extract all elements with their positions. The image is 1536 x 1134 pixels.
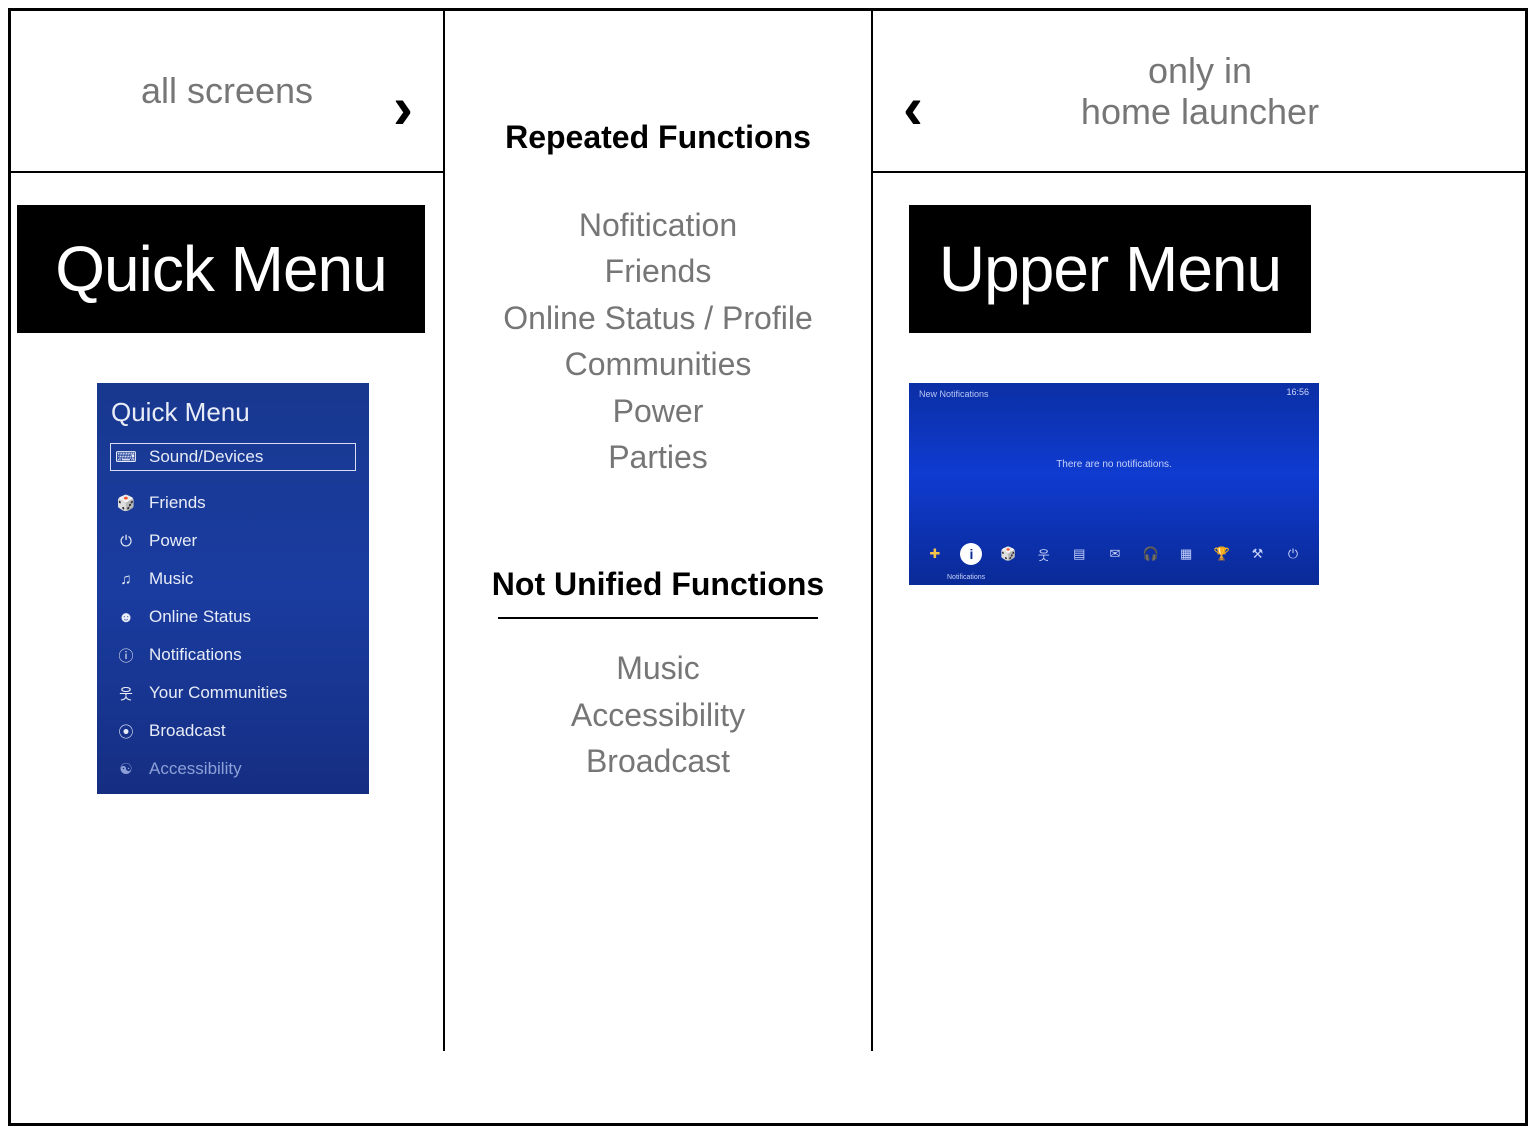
list-item: Accessibility [445,692,871,738]
quick-menu-screenshot: Quick Menu ⌨ Sound/Devices 🎲 Friends ⏻ Power ♫… [97,383,369,794]
divider [498,617,818,619]
not-unified-list: MusicAccessibilityBroadcast [445,645,871,784]
messages-icon[interactable]: ✉ [1105,544,1125,564]
quick-menu-item-label: Notifications [149,645,242,665]
music-icon: ♫ [115,568,137,590]
left-scope-label: all screens [141,70,313,111]
community-icon: 웃 [115,682,137,704]
list-item: Parties [445,434,871,480]
chevron-left-icon: ‹ [903,73,923,142]
quick-menu-item-label: Sound/Devices [149,447,263,467]
quick-menu-item[interactable]: 웃 Your Communities [97,674,369,712]
quick-menu-item[interactable]: ♫ Music [97,560,369,598]
quick-menu-item[interactable]: ⓘ Notifications [97,636,369,674]
keyboard-icon: ⌨ [115,446,137,468]
events-icon[interactable]: ▤ [1069,544,1089,564]
upper-menu-clock: 16:56 [1286,387,1309,397]
community-icon[interactable]: 웃 [1034,544,1054,564]
quick-menu-item[interactable]: ☻ Online Status [97,598,369,636]
quick-menu-heading: Quick Menu [97,397,369,438]
quick-menu-item[interactable]: ⌨ Sound/Devices [105,438,361,476]
friends-icon[interactable]: 🎲 [998,544,1018,564]
upper-menu-selected-label: Notifications [947,574,985,581]
notify-icon: ⓘ [115,644,137,666]
right-column: ‹ only in home launcher Upper Menu New N… [873,11,1527,585]
quick-menu-list: ⌨ Sound/Devices 🎲 Friends ⏻ Power ♫ Music ☻ Onlin… [97,438,369,788]
status-icon: ☻ [115,606,137,628]
upper-menu-message: There are no notifications. [909,459,1319,470]
upper-menu-title: Upper Menu [909,205,1311,333]
quick-menu-item-label: Online Status [149,607,251,627]
list-item: Communities [445,341,871,387]
list-item: Power [445,388,871,434]
repeated-functions-heading: Repeated Functions [445,11,871,156]
quick-menu-item[interactable]: 🎲 Friends [97,484,369,522]
upper-menu-screenshot: New Notifications 16:56 There are no not… [909,383,1319,585]
quick-menu-title: Quick Menu [17,205,425,333]
access-icon: ☯ [115,758,137,780]
repeated-functions-list: NofiticationFriendsOnline Status / Profi… [445,202,871,480]
quick-menu-item-label: Broadcast [149,721,226,741]
party-icon[interactable]: 🎧 [1141,544,1161,564]
quick-menu-item[interactable]: ⦿ Broadcast [97,712,369,750]
profile-icon[interactable]: ▦ [1176,544,1196,564]
upper-menu-header: New Notifications [919,389,989,399]
psplus-icon[interactable]: ✚ [925,544,945,564]
right-scope-label: only in home launcher [1081,50,1319,133]
list-item: Online Status / Profile [445,295,871,341]
settings-icon[interactable]: ⚒ [1247,544,1267,564]
power-icon[interactable]: ⏻ [1283,544,1303,564]
quick-menu-item-label: Music [149,569,193,589]
quick-menu-item-label: Friends [149,493,206,513]
center-column: Repeated Functions NofiticationFriendsOn… [443,11,873,1051]
notify-icon[interactable]: i [960,543,982,565]
trophy-icon[interactable]: 🏆 [1212,544,1232,564]
upper-menu-icon-row: ✚ i 🎲 웃 ▤ ✉ 🎧 ▦ 🏆 ⚒ ⏻ [909,543,1319,565]
broadcast-icon: ⦿ [115,720,137,742]
quick-menu-item[interactable]: ☯ Accessibility [97,750,369,788]
diagram-frame: all screens › Quick Menu Quick Menu ⌨ Sou… [8,8,1528,1126]
list-item: Music [445,645,871,691]
quick-menu-item[interactable]: ⏻ Power [97,522,369,560]
not-unified-heading: Not Unified Functions [445,566,871,603]
chevron-right-icon: › [393,73,413,142]
power-icon: ⏻ [115,530,137,552]
quick-menu-item-label: Accessibility [149,759,242,779]
list-item: Nofitication [445,202,871,248]
list-item: Friends [445,248,871,294]
left-column: all screens › Quick Menu Quick Menu ⌨ Sou… [11,11,443,794]
quick-menu-item-label: Power [149,531,197,551]
list-item: Broadcast [445,738,871,784]
friends-icon: 🎲 [115,492,137,514]
quick-menu-item-label: Your Communities [149,683,287,703]
